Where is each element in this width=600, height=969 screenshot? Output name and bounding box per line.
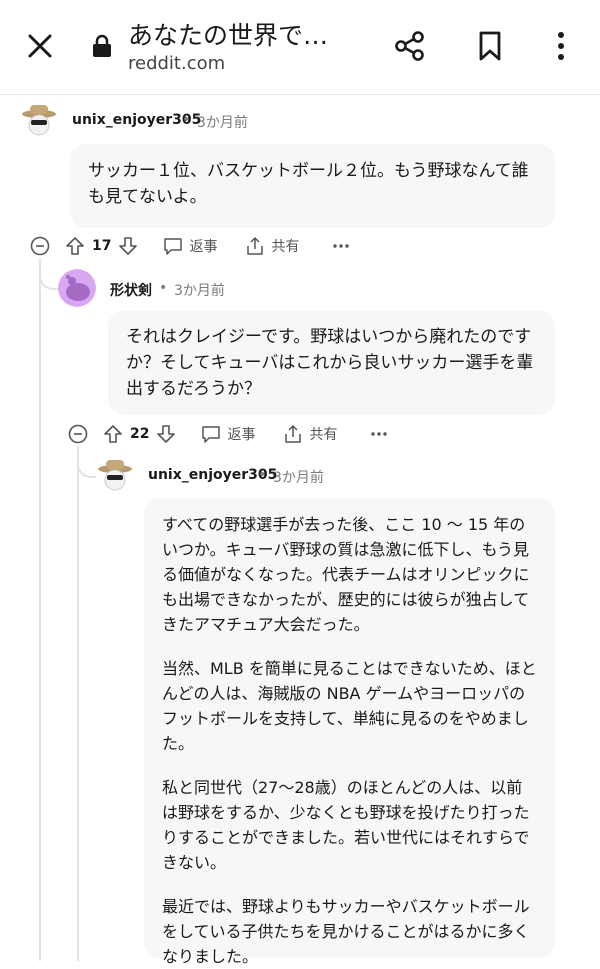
- upvote-icon[interactable]: [103, 424, 123, 444]
- page-domain: reddit.com: [128, 53, 226, 74]
- reply-button[interactable]: 返事: [201, 424, 255, 444]
- thread-connector: [77, 446, 97, 478]
- share-label: 共有: [309, 427, 338, 443]
- more-icon[interactable]: [333, 243, 350, 249]
- separator-dot: •: [159, 280, 168, 296]
- comment-paragraph: サッカー１位、バスケットボール２位。もう野球なんて誰も見てないよ。: [88, 161, 529, 207]
- comment-paragraph: 私と同世代（27〜28歳）のほとんどの人は、以前は野球をするか、少なくとも野球を…: [162, 778, 530, 872]
- top-bar: あなたの世界で… reddit.com: [0, 0, 600, 95]
- username[interactable]: 形状剣: [110, 280, 152, 300]
- more-icon[interactable]: [371, 431, 388, 437]
- thread-connector: [39, 258, 59, 290]
- avatar[interactable]: [96, 456, 134, 494]
- share-button[interactable]: 共有: [245, 236, 299, 256]
- comment-paragraph: 最近では、野球よりもサッカーやバスケットボールをしている子供たちを見かけることが…: [162, 897, 530, 966]
- share-icon: [247, 237, 264, 255]
- comment-icon: [202, 426, 221, 443]
- upvote-icon[interactable]: [65, 236, 85, 256]
- downvote-icon[interactable]: [156, 424, 176, 444]
- thread-line: [77, 446, 79, 961]
- bookmark-icon[interactable]: [470, 26, 510, 66]
- comment-actions: 17 返事 共有: [30, 231, 350, 261]
- comment-body: すべての野球選手が去った後、ここ 10 〜 15 年のいつか。キューバ野球の質は…: [144, 498, 555, 966]
- avatar[interactable]: [58, 269, 96, 307]
- share-button[interactable]: 共有: [283, 424, 337, 444]
- downvote-icon[interactable]: [118, 236, 138, 256]
- collapse-icon[interactable]: [68, 424, 88, 444]
- comment-age: 3か月前: [273, 470, 324, 486]
- collapse-icon[interactable]: [30, 236, 50, 256]
- lock-icon: [90, 32, 114, 60]
- comment-paragraph: 当然、MLB を簡単に見ることはできないため、ほとんどの人は、海賊版の NBA …: [162, 659, 537, 753]
- comment-paragraph: すべての野球選手が去った後、ここ 10 〜 15 年のいつか。キューバ野球の質は…: [162, 515, 530, 634]
- comment-age: 3か月前: [174, 283, 225, 299]
- separator-dot: •: [258, 467, 267, 483]
- more-options-icon[interactable]: [546, 26, 576, 66]
- page-title: あなたの世界で…: [128, 21, 329, 50]
- share-icon: [285, 425, 302, 443]
- comment-icon: [164, 238, 183, 255]
- comment-body: それはクレイジーです。野球はいつから廃れたのですか？そしてキューバはこれから良い…: [108, 311, 555, 415]
- vote-count: 17: [92, 238, 112, 254]
- vote-count: 22: [130, 426, 150, 442]
- separator-dot: •: [182, 112, 191, 128]
- share-icon[interactable]: [390, 26, 430, 66]
- comment-body: サッカー１位、バスケットボール２位。もう野球なんて誰も見てないよ。: [70, 144, 555, 228]
- close-icon[interactable]: [22, 28, 58, 64]
- reply-label: 返事: [227, 427, 256, 443]
- comment-paragraph: それはクレイジーです。野球はいつから廃れたのですか？そしてキューバはこれから良い…: [126, 327, 534, 399]
- thread-line: [39, 258, 41, 961]
- comment-actions: 22 返事 共有: [68, 419, 388, 449]
- reply-button[interactable]: 返事: [163, 236, 217, 256]
- share-label: 共有: [271, 239, 300, 255]
- avatar[interactable]: [20, 101, 58, 139]
- comment-age: 3か月前: [197, 115, 248, 131]
- reply-label: 返事: [189, 239, 218, 255]
